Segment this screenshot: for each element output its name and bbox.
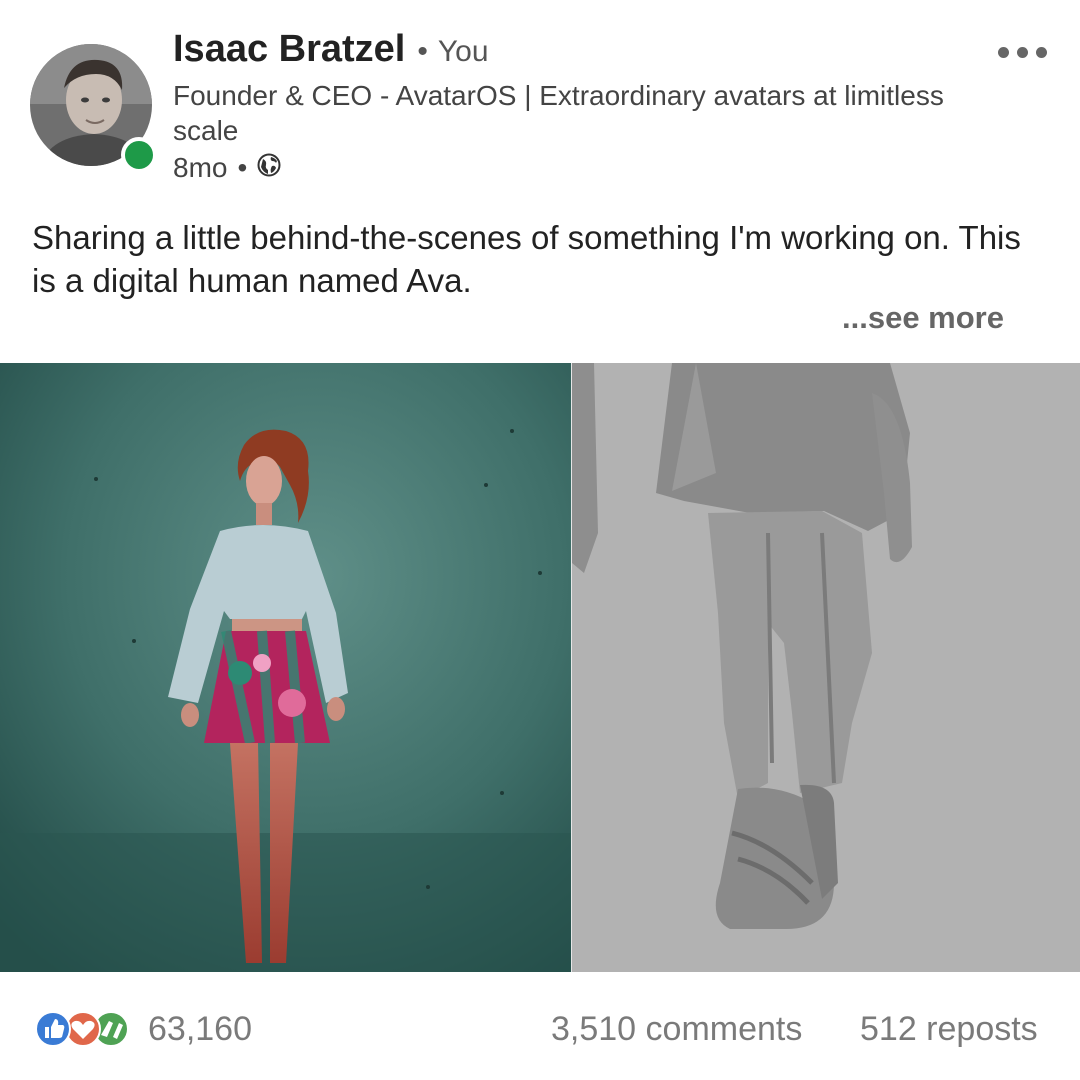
reaction-count[interactable]: 63,160 [148,1010,252,1049]
post-text: Sharing a little behind-the-scenes of so… [32,219,1021,299]
love-icon [65,1011,101,1047]
online-status-dot [121,137,157,173]
mesh-render-image [572,363,1080,972]
author-avatar[interactable] [30,44,157,173]
post-media[interactable] [0,363,1080,972]
separator-dot: • [237,152,248,183]
reaction-icons[interactable] [33,1011,133,1047]
author-name[interactable]: Isaac Bratzel [173,28,405,71]
see-more-link[interactable]: ...see more [842,300,1004,336]
more-icon[interactable] [998,38,1054,66]
like-icon [35,1011,71,1047]
author-relation: You [437,35,489,68]
reposts-count[interactable]: 512 reposts [860,1010,1038,1049]
comments-count[interactable]: 3,510 comments [551,1010,802,1049]
separator-dot: • [417,35,428,68]
globe-icon [257,152,281,184]
avatar-render-image [0,363,572,972]
post-time: 8mo [173,152,228,183]
author-headline: Founder & CEO - AvatarOS | Extraordinary… [173,80,944,146]
post-header: Isaac Bratzel • You Founder & CEO - Avat… [0,0,1080,200]
post-meta: 8mo • [173,150,281,186]
